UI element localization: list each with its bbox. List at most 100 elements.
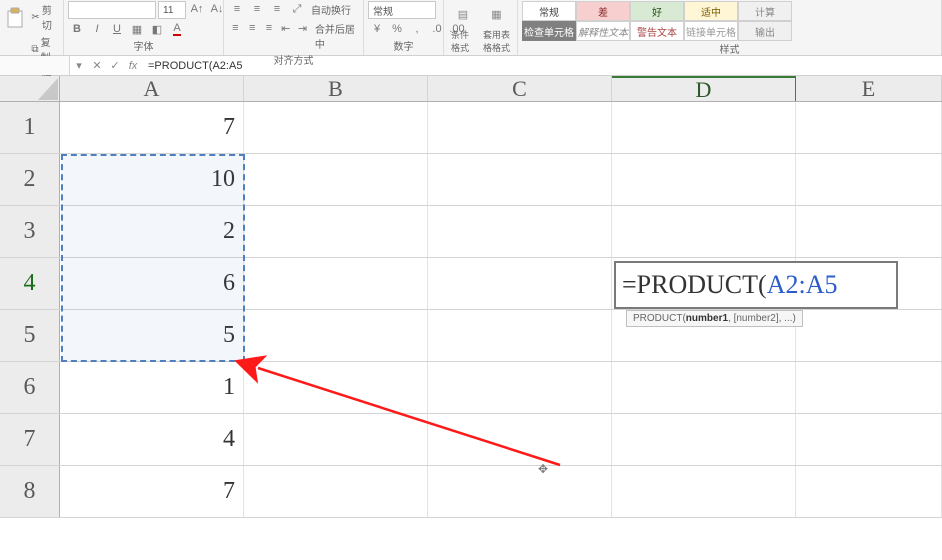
cellstyle-explain[interactable]: 解释性文本 (576, 21, 630, 41)
underline-button[interactable]: U (108, 21, 126, 37)
row-header[interactable]: 8 (0, 466, 60, 517)
format-as-table-button[interactable]: ▦ (482, 1, 512, 27)
cell-A1[interactable]: 7 (60, 102, 244, 153)
row-header[interactable]: 5 (0, 310, 60, 361)
bold-button[interactable]: B (68, 21, 86, 37)
cell-E1[interactable] (796, 102, 942, 153)
merge-center-button[interactable]: 合并后居中 (312, 20, 359, 52)
formula-cancel-button[interactable]: ✕ (88, 59, 106, 72)
cell-C5[interactable] (428, 310, 612, 361)
cellstyle-good[interactable]: 好 (630, 1, 684, 21)
indent-dec-button[interactable]: ⇤ (278, 20, 293, 36)
cell-A2[interactable]: 10 (60, 154, 244, 205)
cell-A5[interactable]: 5 (60, 310, 244, 361)
cell-C3[interactable] (428, 206, 612, 257)
grow-font-button[interactable]: A↑ (188, 1, 206, 17)
cell-C4[interactable] (428, 258, 612, 309)
cell-B3[interactable] (244, 206, 428, 257)
cell-B8[interactable] (244, 466, 428, 517)
cell-E8[interactable] (796, 466, 942, 517)
align-right-button[interactable]: ≡ (262, 20, 277, 36)
insert-function-button[interactable]: fx (124, 60, 142, 72)
row-header[interactable]: 4 (0, 258, 60, 309)
align-top-button[interactable]: ≡ (228, 1, 246, 17)
cut-button[interactable]: ✂剪切 (28, 1, 59, 33)
cell-D3[interactable] (612, 206, 796, 257)
row-header[interactable]: 6 (0, 362, 60, 413)
indent-inc-button[interactable]: ⇥ (295, 20, 310, 36)
cellstyle-link[interactable]: 链接单元格 (684, 21, 738, 41)
cell-A7[interactable]: 4 (60, 414, 244, 465)
cell-A3[interactable]: 2 (60, 206, 244, 257)
column-header-A[interactable]: A (60, 76, 244, 101)
cellstyle-calc[interactable]: 计算 (738, 1, 792, 21)
function-tooltip: PRODUCT(number1, [number2], ...) (626, 310, 803, 327)
row-header[interactable]: 2 (0, 154, 60, 205)
comma-button[interactable]: , (408, 21, 426, 37)
align-middle-button[interactable]: ≡ (248, 1, 266, 17)
cell-D6[interactable] (612, 362, 796, 413)
cellstyle-output[interactable]: 输出 (738, 21, 792, 41)
cell-E2[interactable] (796, 154, 942, 205)
cell-D7[interactable] (612, 414, 796, 465)
cell-D2[interactable] (612, 154, 796, 205)
cell-C6[interactable] (428, 362, 612, 413)
cell-D8[interactable] (612, 466, 796, 517)
row-header[interactable]: 7 (0, 414, 60, 465)
cell-B7[interactable] (244, 414, 428, 465)
cell-B5[interactable] (244, 310, 428, 361)
editing-formula-arg: A2:A5 (767, 270, 838, 300)
cellstyle-check[interactable]: 检查单元格 (522, 21, 576, 41)
column-header-D[interactable]: D (612, 76, 796, 101)
fill-color-button[interactable]: ◧ (148, 21, 166, 37)
formula-input[interactable]: =PRODUCT(A2:A5 (142, 60, 942, 72)
align-left-button[interactable]: ≡ (228, 20, 243, 36)
border-button[interactable]: ▦ (128, 21, 146, 37)
italic-button[interactable]: I (88, 21, 106, 37)
cell-E7[interactable] (796, 414, 942, 465)
paste-button[interactable] (4, 1, 26, 37)
cell-C1[interactable] (428, 102, 612, 153)
cellstyle-normal[interactable]: 常规 (522, 1, 576, 21)
font-size-select[interactable]: 11 (158, 1, 186, 19)
column-header-C[interactable]: C (428, 76, 612, 101)
percent-button[interactable]: % (388, 21, 406, 37)
formula-enter-button[interactable]: ✓ (106, 59, 124, 72)
cellstyle-warning[interactable]: 警告文本 (630, 21, 684, 41)
font-name-select[interactable] (68, 1, 156, 19)
cell-C8[interactable] (428, 466, 612, 517)
orientation-button[interactable]: ⤢ (288, 1, 306, 17)
formula-dropdown-icon[interactable]: ▾ (70, 59, 88, 72)
font-color-button[interactable]: A (168, 21, 186, 37)
cell-E5[interactable] (796, 310, 942, 361)
align-center-button[interactable]: ≡ (245, 20, 260, 36)
name-box[interactable] (0, 56, 70, 75)
cell-E6[interactable] (796, 362, 942, 413)
conditional-format-button[interactable]: ▤ (448, 1, 478, 27)
align-bottom-button[interactable]: ≡ (268, 1, 286, 17)
row-header[interactable]: 3 (0, 206, 60, 257)
cell-E3[interactable] (796, 206, 942, 257)
cell-A8[interactable]: 7 (60, 466, 244, 517)
cell-D1[interactable] (612, 102, 796, 153)
select-all-corner[interactable] (0, 76, 60, 101)
cell-B1[interactable] (244, 102, 428, 153)
currency-button[interactable]: ¥ (368, 21, 386, 37)
cell-B4[interactable] (244, 258, 428, 309)
cell-A6[interactable]: 1 (60, 362, 244, 413)
copy-icon: ⧉ (31, 44, 38, 55)
cell-B2[interactable] (244, 154, 428, 205)
cell-A4[interactable]: 6 (60, 258, 244, 309)
row-header[interactable]: 1 (0, 102, 60, 153)
wrap-text-button[interactable]: 自动换行 (308, 1, 354, 18)
editing-cell-d4[interactable]: =PRODUCT(A2:A5 (614, 261, 898, 309)
cellstyle-neutral[interactable]: 适中 (684, 1, 738, 21)
cellstyle-bad[interactable]: 差 (576, 1, 630, 21)
tooltip-rest: , [number2], ...) (728, 313, 796, 324)
cell-C7[interactable] (428, 414, 612, 465)
column-header-E[interactable]: E (796, 76, 942, 101)
number-format-select[interactable]: 常规 (368, 1, 436, 19)
column-header-B[interactable]: B (244, 76, 428, 101)
cell-B6[interactable] (244, 362, 428, 413)
cell-C2[interactable] (428, 154, 612, 205)
